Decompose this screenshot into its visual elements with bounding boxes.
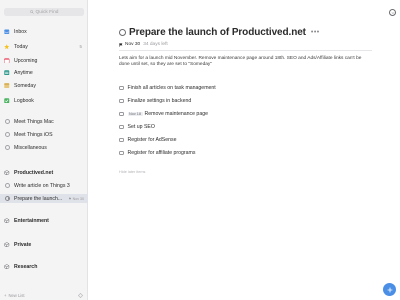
todo-label: Set up SEO <box>127 124 155 130</box>
date-tag: Nov 18 <box>127 111 143 117</box>
plus-icon: + <box>4 292 7 298</box>
box-icon <box>4 83 10 89</box>
todo-checkbox[interactable] <box>119 111 124 117</box>
sidebar-item-label: Entertainment <box>14 217 49 224</box>
sidebar-item-area[interactable]: Miscellaneous <box>0 143 88 152</box>
sidebar-item-label: Write article on Things 3 <box>14 182 70 189</box>
sidebar-item-label: Today <box>14 43 28 50</box>
sidebar-item-label: Anytime <box>14 69 33 76</box>
sidebar-group-entertainment[interactable]: Entertainment <box>0 216 88 225</box>
area-cube-icon <box>4 241 10 248</box>
sidebar-item-label: Private <box>14 241 32 248</box>
calendar-icon <box>4 58 10 64</box>
sidebar-item-today[interactable]: Today 5 <box>0 42 88 51</box>
area-cube-icon <box>4 169 10 176</box>
sidebar-item-upcoming[interactable]: Upcoming <box>0 56 88 65</box>
flag-icon: ⚑ <box>68 196 72 201</box>
project-header: Prepare the launch of Productived.net ••… <box>119 27 320 38</box>
todo-item[interactable]: Nov 18 Remove maintenance page <box>119 110 208 118</box>
todo-checkbox[interactable] <box>119 85 124 91</box>
sidebar-item-label: Prepare the launch... <box>14 195 63 202</box>
divider <box>119 50 372 51</box>
search-icon <box>29 10 34 14</box>
sidebar-item-inbox[interactable]: Inbox <box>0 27 88 36</box>
deadline-row[interactable]: Nov 30 34 days left <box>119 42 168 47</box>
quick-find-search[interactable]: Quick Find <box>4 8 84 16</box>
project-ring-icon <box>4 132 10 138</box>
sidebar-item-area[interactable]: Meet Things Mac <box>0 117 88 126</box>
sidebar-item-label: Logbook <box>14 97 34 104</box>
sidebar-item-project-selected[interactable]: Prepare the launch... ⚑Nov 30 <box>0 194 88 203</box>
hide-later-items-link[interactable]: Hide later items <box>119 170 145 174</box>
todo-label: Finish all articles on task management <box>127 85 216 91</box>
sidebar-item-label: Productived.net <box>14 169 54 176</box>
sidebar-group-private[interactable]: Private <box>0 240 88 249</box>
todo-label: Register for affiliate programs <box>127 150 196 156</box>
search-placeholder: Quick Find <box>35 9 59 15</box>
project-ring-icon <box>4 183 10 189</box>
todo-item[interactable]: Finalize settings in backend <box>119 97 191 105</box>
todo-checkbox[interactable] <box>119 98 124 104</box>
sidebar-footer: + New List <box>0 290 88 300</box>
todo-label: Remove maintenance page <box>144 111 208 117</box>
todo-label: Register for AdSense <box>127 137 177 143</box>
sidebar-item-label: Miscellaneous <box>14 144 47 151</box>
sidebar-item-someday[interactable]: Someday <box>0 81 88 90</box>
project-ring-icon <box>4 145 10 151</box>
settings-icon[interactable] <box>78 292 83 298</box>
star-icon <box>4 44 10 50</box>
todo-item[interactable]: Register for AdSense <box>119 136 177 144</box>
layers-icon <box>4 70 10 76</box>
project-detail: Prepare the launch of Productived.net ••… <box>88 0 400 300</box>
todo-checkbox[interactable] <box>119 124 124 130</box>
logbook-icon <box>4 98 10 104</box>
sidebar-item-label: Meet Things Mac <box>14 118 54 125</box>
todo-checkbox[interactable] <box>119 150 124 156</box>
sidebar-item-project[interactable]: Write article on Things 3 <box>0 181 88 190</box>
chevron-down-icon <box>391 11 394 14</box>
area-cube-icon <box>4 217 10 224</box>
sidebar-item-anytime[interactable]: Anytime <box>0 68 88 77</box>
sidebar-group-productived[interactable]: Productived.net <box>0 168 88 177</box>
sidebar-item-label: Upcoming <box>14 57 38 64</box>
sidebar-item-label: Inbox <box>14 28 27 35</box>
sidebar-item-label: Someday <box>14 82 36 89</box>
todo-item[interactable]: Register for affiliate programs <box>119 149 195 157</box>
more-options-button[interactable]: ••• <box>311 29 320 36</box>
todo-item[interactable]: Set up SEO <box>119 123 155 131</box>
project-notes[interactable]: Lets aim for a launch mid November. Remo… <box>119 56 369 68</box>
sidebar-group-research[interactable]: Research <box>0 262 88 271</box>
deadline-badge: ⚑Nov 30 <box>68 196 84 201</box>
project-ring-icon <box>4 119 10 125</box>
progress-pie-icon <box>4 196 10 202</box>
flag-icon <box>119 42 123 47</box>
area-cube-icon <box>4 263 10 270</box>
inbox-icon <box>4 29 10 35</box>
todo-checkbox[interactable] <box>119 137 124 143</box>
new-list-button[interactable]: + New List <box>4 293 25 298</box>
sidebar-item-logbook[interactable]: Logbook <box>0 96 88 105</box>
project-complete-checkbox[interactable] <box>119 29 126 36</box>
add-todo-button[interactable] <box>383 283 396 296</box>
deadline-date: Nov 30 <box>125 42 141 47</box>
options-button[interactable] <box>389 9 396 16</box>
todo-item[interactable]: Finish all articles on task management <box>119 84 216 92</box>
sidebar-item-label: Research <box>14 263 38 270</box>
todo-label: Finalize settings in backend <box>127 98 192 104</box>
sidebar: Quick Find Inbox Today 5 Upcoming Anytim… <box>0 0 88 300</box>
plus-icon <box>387 287 392 292</box>
today-count: 5 <box>79 44 82 49</box>
new-list-label: New List <box>8 292 25 298</box>
sidebar-item-label: Meet Things iOS <box>14 131 53 138</box>
project-title[interactable]: Prepare the launch of Productived.net <box>129 27 306 38</box>
sidebar-item-area[interactable]: Meet Things iOS <box>0 130 88 139</box>
days-left: 34 days left <box>143 42 168 47</box>
